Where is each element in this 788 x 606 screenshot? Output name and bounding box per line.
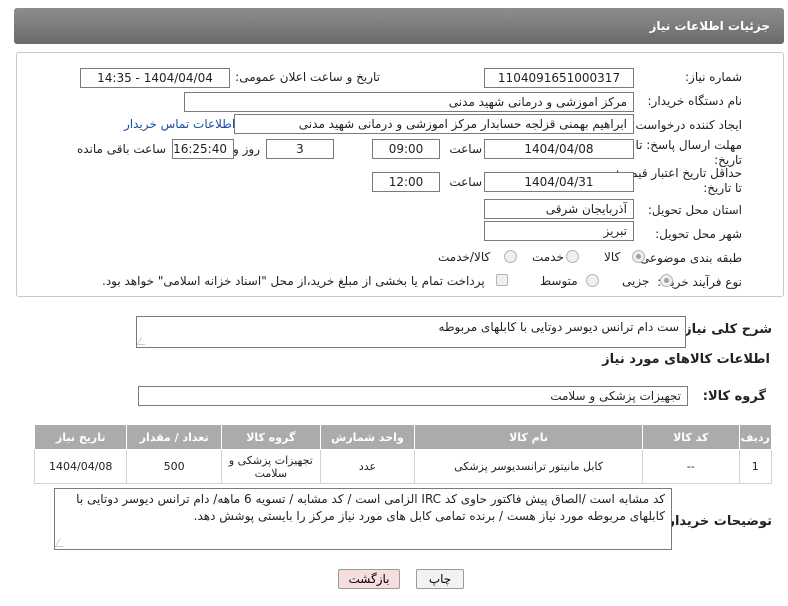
table-header-row: ردیف کد کالا نام کالا واحد شمارش گروه کا… xyxy=(33,424,773,450)
col-code-header: کد کالا xyxy=(641,424,740,450)
col-qty-header: تعداد / مقدار xyxy=(126,424,222,450)
reply-time-field[interactable]: 09:00 xyxy=(372,139,440,159)
treasury-payment-note: پرداخت تمام یا بخشی از مبلغ خرید،از محل … xyxy=(102,274,485,288)
treasury-payment-checkbox[interactable] xyxy=(496,274,508,286)
table-row: 1 -- کابل مانیتور ترانسدیوسر پزشکی عدد ت… xyxy=(33,449,773,484)
cell-group: تجهیزات پزشکی و سلامت xyxy=(220,449,321,484)
resize-grip-icon[interactable] xyxy=(136,337,150,345)
category-label: طبقه بندی موضوعی: xyxy=(635,251,742,265)
buyer-notes-label: توضیحات خریدار: xyxy=(662,514,772,529)
col-group-header: گروه کالا xyxy=(220,424,321,450)
cell-unit: عدد xyxy=(319,449,416,484)
col-name-header: نام کالا xyxy=(414,424,643,450)
page-title: جزئیات اطلاعات نیاز xyxy=(649,19,770,33)
reply-deadline-label: مهلت ارسال پاسخ: تا تاریخ: xyxy=(635,138,742,167)
buyer-notes-text: کد مشابه است /الصاق پیش فاکتور حاوی کد I… xyxy=(76,492,665,523)
cell-code: -- xyxy=(641,449,740,484)
purchase-radio-medium[interactable] xyxy=(586,274,599,287)
cell-date: 1404/04/08 xyxy=(33,449,128,484)
city-label: شهر محل تحویل: xyxy=(655,227,742,241)
purchase-option-minor: جزیی xyxy=(622,274,650,288)
resize-grip-icon[interactable] xyxy=(54,539,68,547)
purchase-option-medium: متوسط xyxy=(540,274,578,288)
back-button[interactable]: بازگشت xyxy=(338,569,400,589)
category-option-goods-service: کالا/خدمت xyxy=(438,250,491,264)
summary-label: شرح کلی نیاز: xyxy=(678,322,772,337)
cell-name: کابل مانیتور ترانسدیوسر پزشکی xyxy=(414,449,643,484)
purchase-radio-minor[interactable] xyxy=(660,274,673,287)
col-date-header: تاریخ نیاز xyxy=(33,424,128,450)
goods-table: ردیف کد کالا نام کالا واحد شمارش گروه کا… xyxy=(33,424,773,484)
buyer-notes-field[interactable]: کد مشابه است /الصاق پیش فاکتور حاوی کد I… xyxy=(54,488,672,550)
category-radio-goods-service[interactable] xyxy=(504,250,517,263)
page-header: جزئیات اطلاعات نیاز xyxy=(14,8,784,44)
price-time-label: ساعت xyxy=(449,175,482,189)
announce-label: تاریخ و ساعت اعلان عمومی: xyxy=(235,70,380,84)
province-field[interactable]: آذربایجان شرقی xyxy=(484,199,634,219)
requester-field[interactable]: ابراهیم بهمنی قزلجه حسابدار مرکز اموزشی … xyxy=(234,114,634,134)
days-label: روز و xyxy=(233,142,260,156)
province-label: استان محل تحویل: xyxy=(647,203,742,217)
category-option-goods: کالا xyxy=(604,250,621,264)
cell-qty: 500 xyxy=(126,449,222,484)
price-time-field[interactable]: 12:00 xyxy=(372,172,440,192)
buyer-contact-link[interactable]: اطلاعات تماس خریدار xyxy=(124,117,235,131)
reply-date-field[interactable]: 1404/04/08 xyxy=(484,139,634,159)
print-button[interactable]: چاپ xyxy=(416,569,464,589)
summary-field[interactable]: ست دام ترانس دیوسر دوتایی با کابلهای مرب… xyxy=(136,316,686,348)
remaining-time-field[interactable]: 16:25:40 xyxy=(172,139,234,159)
buyer-org-label: نام دستگاه خریدار: xyxy=(647,94,743,108)
remaining-label: ساعت باقی مانده xyxy=(76,142,166,156)
summary-text: ست دام ترانس دیوسر دوتایی با کابلهای مرب… xyxy=(438,320,679,334)
need-number-field[interactable]: 1104091651000317 xyxy=(484,68,634,88)
col-row-header: ردیف xyxy=(738,424,773,450)
cell-row: 1 xyxy=(738,449,773,484)
reply-time-label: ساعت xyxy=(449,142,482,156)
goods-info-title: اطلاعات کالاهای مورد نیاز xyxy=(602,352,770,367)
goods-group-field[interactable]: تجهیزات پزشکی و سلامت xyxy=(138,386,688,406)
price-date-field[interactable]: 1404/04/31 xyxy=(484,172,634,192)
category-radio-goods[interactable] xyxy=(632,250,645,263)
announce-datetime-field[interactable]: 1404/04/04 - 14:35 xyxy=(80,68,230,88)
goods-group-label: گروه کالا: xyxy=(702,389,766,404)
buyer-org-field[interactable]: مرکز اموزشی و درمانی شهید مدنی xyxy=(184,92,634,112)
category-radio-service[interactable] xyxy=(566,250,579,263)
city-field[interactable]: تبریز xyxy=(484,221,634,241)
need-number-label: شماره نیاز: xyxy=(685,70,742,84)
days-remaining-field[interactable]: 3 xyxy=(266,139,334,159)
category-option-service: خدمت xyxy=(532,250,564,264)
col-unit-header: واحد شمارش xyxy=(319,424,416,450)
requester-label: ایجاد کننده درخواست: xyxy=(631,118,742,132)
